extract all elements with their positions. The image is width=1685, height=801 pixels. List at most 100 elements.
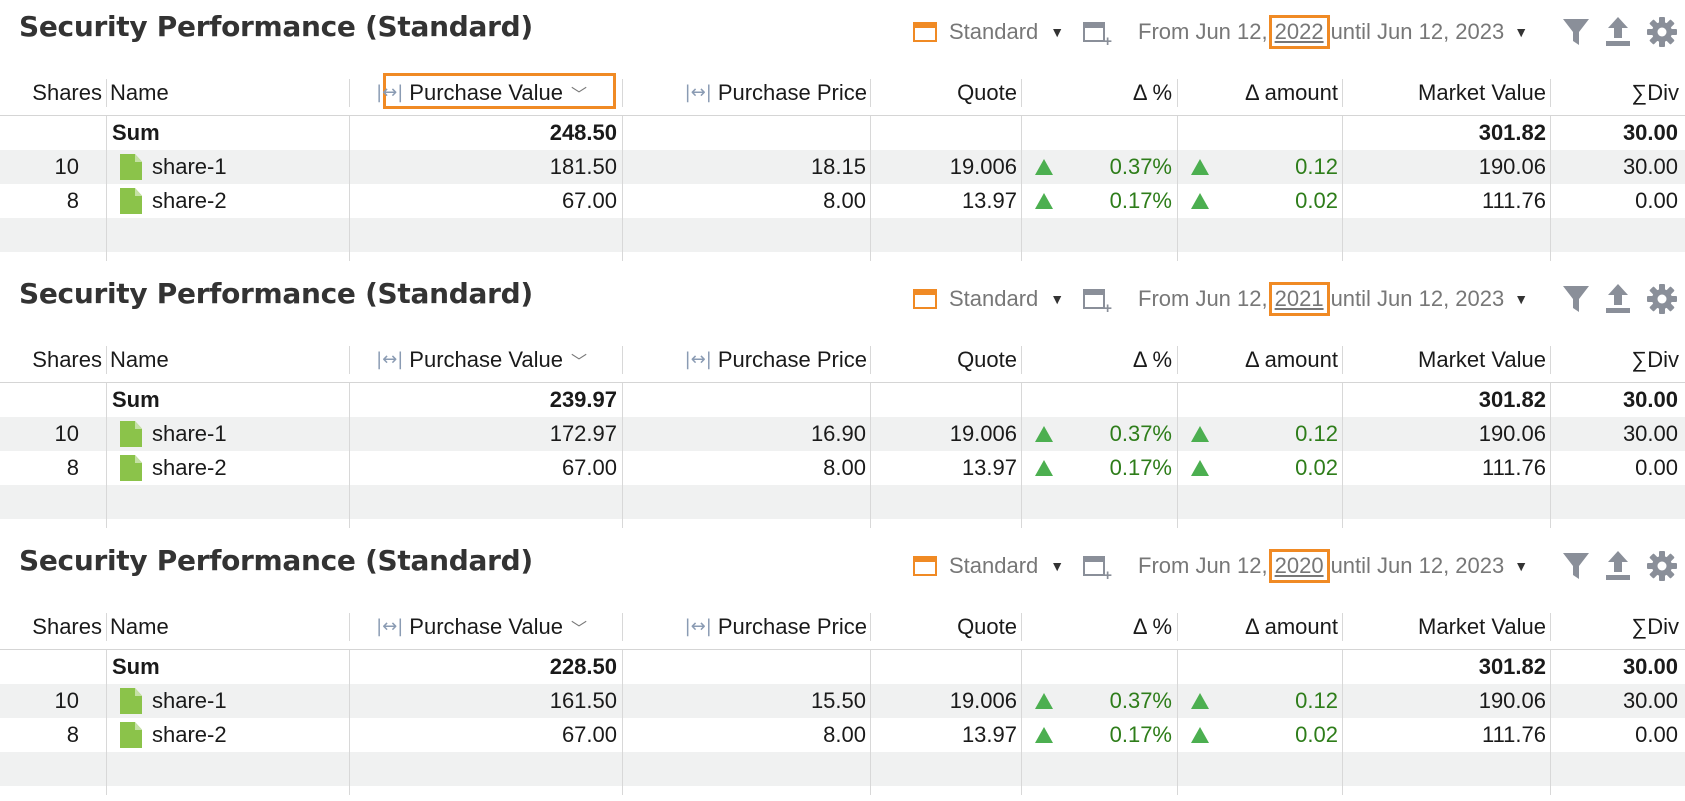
column-header-delta-pct[interactable]: Δ % [1022,70,1172,115]
sum-market-value: 301.82 [1478,387,1546,412]
purchase-price-cell: 8.00 [823,188,866,213]
settings-button[interactable] [1644,281,1680,317]
security-name: share-2 [152,188,227,213]
period-selector[interactable]: From Jun 12, 2022 until Jun 12, 2023 ▼ [1138,14,1528,50]
column-header-purchase-value[interactable]: |↔| Purchase Value ﹀ [350,70,615,115]
column-header-delta-amount[interactable]: Δ amount [1178,70,1338,115]
header-label: Δ amount [1245,79,1338,105]
purchase-price-cell: 8.00 [823,455,866,480]
security-performance-panel: Security Performance (Standard) Standard… [0,267,1685,534]
period-selector[interactable]: From Jun 12, 2021 until Jun 12, 2023 ▼ [1138,281,1528,317]
sum-row[interactable]: Sum 228.50 301.82 30.00 [0,650,1685,684]
view-selector[interactable]: Standard ▼ [913,281,1064,317]
column-header-div[interactable]: ∑Div [1551,604,1679,649]
header-label: Name [110,613,169,639]
div-cell: 0.00 [1635,188,1678,213]
period-year: 2020 [1268,549,1330,583]
table-body: Sum 228.50 301.82 30.00 10 share-1 161.5… [0,650,1685,786]
filter-button[interactable] [1558,14,1594,50]
period-year: 2021 [1268,282,1330,316]
chevron-down-icon: ▼ [1050,291,1065,307]
header-label: Δ amount [1245,613,1338,639]
column-header-purchase-value[interactable]: |↔| Purchase Value ﹀ [350,604,615,649]
table-row[interactable]: 10 share-1 181.50 18.15 19.006 0.37% 0.1… [0,150,1685,184]
empty-row[interactable] [0,752,1685,786]
table-row[interactable]: 8 share-2 67.00 8.00 13.97 0.17% 0.02 11… [0,184,1685,218]
column-header-name[interactable]: Name [110,70,350,115]
security-name: share-2 [152,455,227,480]
column-header-shares[interactable]: Shares [0,604,102,649]
new-view-button[interactable] [1083,281,1112,317]
table-header: Shares Name |↔| Purchase Value ﹀ |↔| Purcha… [0,604,1685,650]
delta-pct-cell: 0.17% [1109,455,1172,480]
new-view-button[interactable] [1083,548,1112,584]
column-header-quote[interactable]: Quote [871,70,1017,115]
view-label: Standard [949,19,1039,44]
delta-amount-cell: 0.02 [1295,455,1338,480]
delta-amount-cell: 0.12 [1295,688,1338,713]
header-label: Name [110,79,169,105]
column-header-quote[interactable]: Quote [871,337,1017,382]
div-cell: 30.00 [1622,421,1678,446]
column-header-quote[interactable]: Quote [871,604,1017,649]
delta-pct-cell: 0.37% [1109,421,1172,446]
period-selector[interactable]: From Jun 12, 2020 until Jun 12, 2023 ▼ [1138,548,1528,584]
column-header-market-value[interactable]: Market Value [1343,337,1546,382]
settings-button[interactable] [1644,14,1680,50]
security-name: share-1 [152,154,227,179]
quote-cell: 13.97 [961,188,1017,213]
file-icon [120,688,142,714]
column-header-shares[interactable]: Shares [0,337,102,382]
column-header-shares[interactable]: Shares [0,70,102,115]
purchase-price-cell: 8.00 [823,722,866,747]
div-cell: 30.00 [1622,688,1678,713]
column-header-delta-pct[interactable]: Δ % [1022,604,1172,649]
shares-cell: 8 [66,455,79,480]
export-button[interactable] [1600,281,1636,317]
table-row[interactable]: 8 share-2 67.00 8.00 13.97 0.17% 0.02 11… [0,451,1685,485]
sum-row[interactable]: Sum 239.97 301.82 30.00 [0,383,1685,417]
export-button[interactable] [1600,548,1636,584]
name-cell: share-2 [106,718,346,752]
toolbar: Standard ▼ From Jun 12, 2020 until Jun 1… [0,548,1685,584]
column-header-name[interactable]: Name [110,337,350,382]
column-header-delta-amount[interactable]: Δ amount [1178,604,1338,649]
filter-button[interactable] [1558,548,1594,584]
table-row[interactable]: 10 share-1 161.50 15.50 19.006 0.37% 0.1… [0,684,1685,718]
column-header-name[interactable]: Name [110,604,350,649]
empty-row[interactable] [0,218,1685,252]
security-performance-panel: Security Performance (Standard) Standard… [0,0,1685,267]
empty-row[interactable] [0,485,1685,519]
header-label: Market Value [1418,613,1546,639]
filter-button[interactable] [1558,281,1594,317]
column-header-market-value[interactable]: Market Value [1343,604,1546,649]
header-label: Δ % [1132,346,1172,372]
new-view-button[interactable] [1083,14,1112,50]
column-header-purchase-price[interactable]: |↔| Purchase Price [623,70,867,115]
view-selector[interactable]: Standard ▼ [913,548,1064,584]
column-header-delta-pct[interactable]: Δ % [1022,337,1172,382]
column-header-market-value[interactable]: Market Value [1343,70,1546,115]
sort-chevron-icon[interactable]: ﹀ [571,348,587,372]
column-header-div[interactable]: ∑Div [1551,70,1679,115]
column-header-purchase-price[interactable]: |↔| Purchase Price [623,337,867,382]
file-icon [120,455,142,481]
sort-chevron-icon[interactable]: ﹀ [571,615,587,639]
table-row[interactable]: 8 share-2 67.00 8.00 13.97 0.17% 0.02 11… [0,718,1685,752]
table-row[interactable]: 10 share-1 172.97 16.90 19.006 0.37% 0.1… [0,417,1685,451]
calendar-icon [913,289,937,309]
chevron-down-icon: ▼ [1050,24,1065,40]
export-icon [1606,17,1630,46]
export-button[interactable] [1600,14,1636,50]
sum-row[interactable]: Sum 248.50 301.82 30.00 [0,116,1685,150]
settings-button[interactable] [1644,548,1680,584]
sort-chevron-icon[interactable]: ﹀ [571,81,587,105]
column-header-purchase-value[interactable]: |↔| Purchase Value ﹀ [350,337,615,382]
column-header-delta-amount[interactable]: Δ amount [1178,337,1338,382]
purchase-value-cell: 67.00 [561,188,617,213]
header-label: Purchase Price [717,613,867,639]
column-header-div[interactable]: ∑Div [1551,337,1679,382]
div-cell: 0.00 [1635,455,1678,480]
view-selector[interactable]: Standard ▼ [913,14,1064,50]
column-header-purchase-price[interactable]: |↔| Purchase Price [623,604,867,649]
